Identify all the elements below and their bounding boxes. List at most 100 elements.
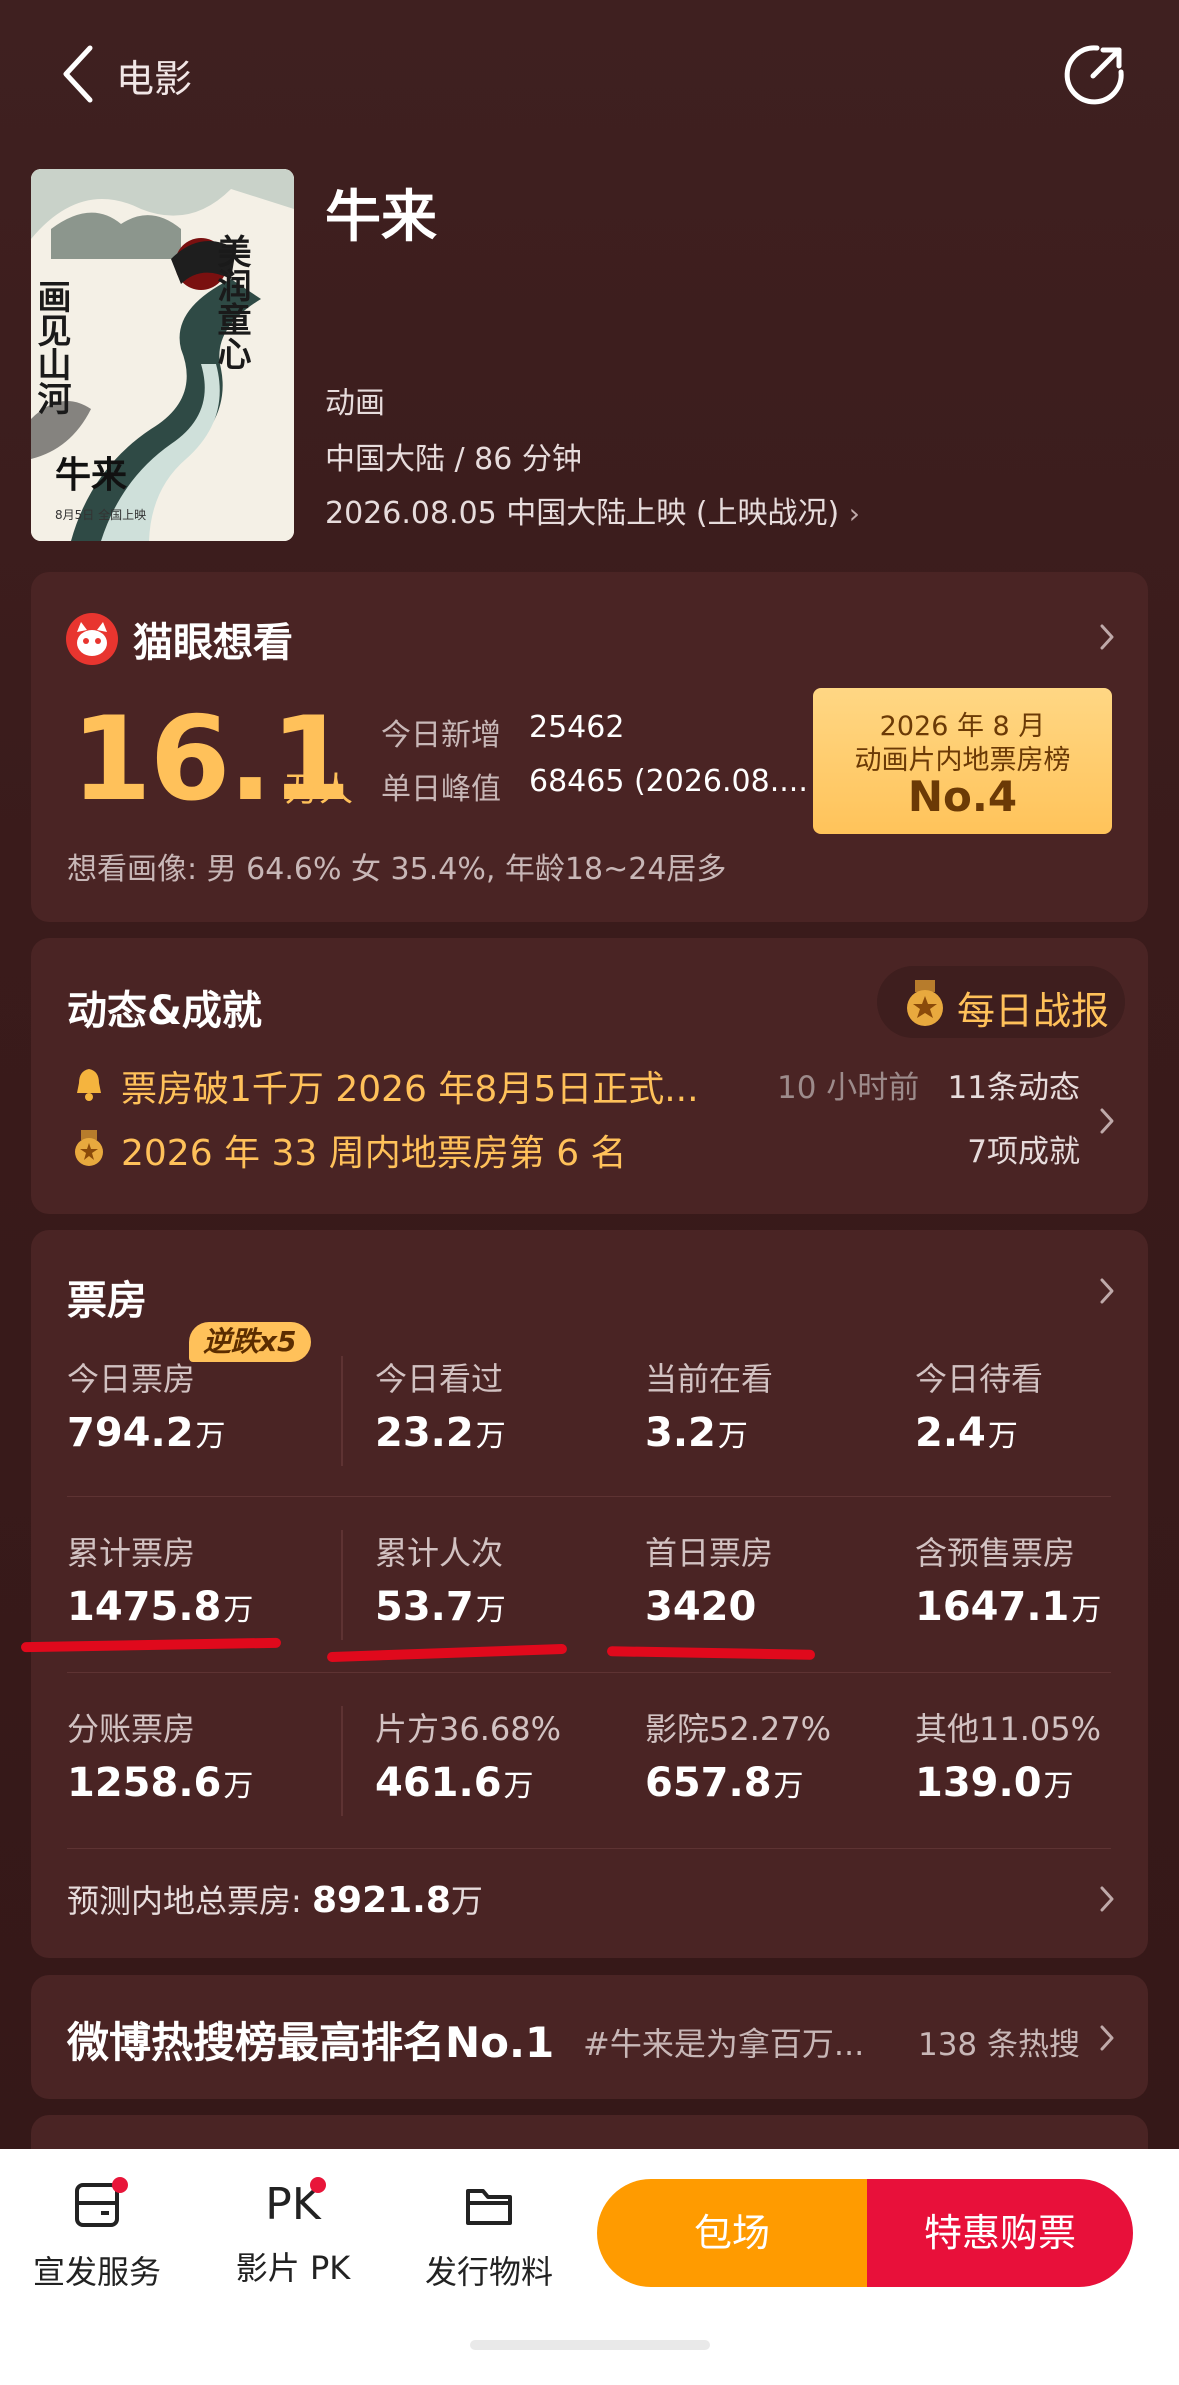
share-icon [1064,45,1124,105]
pk-icon: PK [265,2179,321,2230]
box-chevron-icon [1097,1276,1117,1306]
cell-value: 2.4万 [915,1410,1018,1456]
daily-report-button[interactable]: 每日战报 [877,966,1125,1038]
ticket-button-group: 包场 特惠购票 [597,2179,1133,2287]
cell-label: 首日票房 [645,1534,774,1572]
poster-title: 牛来 [55,454,127,496]
poster-date: 8月5日 全国上映 [55,507,146,522]
promotion-service-label: 宣发服务 [32,2253,161,2291]
annotation-underline [20,1637,282,1653]
cell-value: 53.7万 [375,1584,506,1630]
poster-artwork: 画见山河 美润童心 牛来 8月5日 全国上映 [31,169,294,541]
want-title: 猫眼想看 [133,620,293,666]
cell-label: 分账票房 [67,1710,196,1748]
today-new-label: 今日新增 [381,718,501,753]
news-item-2[interactable]: 2026 年 33 周内地票房第 6 名 [121,1124,627,1176]
distribution-material-label: 发行物料 [424,2253,553,2291]
weibo-hashtag: #牛来是为拿百万... [583,2025,865,2063]
page-title: 电影 [116,57,193,101]
row-divider [67,1848,1111,1849]
movie-pk-label: 影片 PK [235,2249,351,2287]
home-indicator [470,2340,710,2350]
cell-label: 今日票房 [67,1360,196,1398]
chevron-right-icon: › [848,497,860,530]
want-chevron-icon [1097,622,1117,652]
news-dynamic-count[interactable]: 11条动态 [948,1062,1080,1107]
cell-value: 1647.1万 [915,1584,1102,1630]
column-divider [341,1706,343,1816]
promotion-service-button[interactable]: 宣发服务 [22,2177,172,2293]
trend-badge: 逆跌x5 [189,1322,311,1362]
maoyan-logo-icon [66,613,118,665]
cell-label: 当前在看 [645,1360,774,1398]
cell-value: 3.2万 [645,1410,748,1456]
medal-small-icon [75,1130,103,1166]
news-item-1-time: 10 小时前 [777,1070,920,1106]
forecast-row[interactable]: 预测内地总票房: 8921.8万 [67,1876,483,1922]
cell-label: 今日看过 [375,1360,504,1398]
news-chevron-icon [1097,1106,1117,1136]
share-button[interactable] [1063,42,1127,106]
medal-icon [907,980,943,1026]
cell-value: 3420 [645,1584,757,1630]
today-new-value: 25462 [529,710,625,745]
news-achievement-count[interactable]: 7项成就 [967,1126,1080,1171]
cell-label: 累计人次 [375,1534,504,1572]
forecast-label: 预测内地总票房: [67,1882,302,1920]
notification-dot [310,2177,326,2193]
cell-value: 1475.8万 [67,1584,254,1630]
column-divider [341,1356,343,1466]
chevron-left-icon [63,45,93,103]
row-divider [67,1496,1111,1497]
weibo-count: 138 条热搜 [917,2027,1080,2063]
cell-label: 累计票房 [67,1534,196,1572]
notification-dot [112,2177,128,2193]
poster-text-left-1: 画见山河 [31,279,71,415]
column-divider [341,1530,343,1640]
peak-value: 68465 (2026.08.... [529,764,808,799]
rank-number: No.4 [907,772,1018,821]
back-button[interactable] [58,42,98,106]
cell-value: 657.8万 [645,1760,804,1806]
box-office-title: 票房 [67,1278,147,1324]
forecast-chevron-icon [1097,1884,1117,1914]
buy-ticket-button[interactable]: 特惠购票 [867,2179,1133,2287]
cell-value: 794.2万 [67,1410,226,1456]
release-text: 2026.08.05 中国大陆上映 (上映战况) [325,496,840,531]
bell-icon [77,1069,101,1101]
private-booking-button[interactable]: 包场 [597,2179,867,2287]
cell-value: 1258.6万 [67,1760,254,1806]
forecast-unit: 万 [450,1882,483,1920]
weibo-hot-card[interactable]: 微博热搜榜最高排名No.1 #牛来是为拿百万... 138 条热搜 [31,1975,1148,2099]
cell-label: 片方36.68% [375,1710,562,1748]
weibo-title: 微博热搜榜最高排名No.1 [67,2018,555,2067]
audience-portrait: 想看画像: 男 64.6% 女 35.4%, 年龄18~24居多 [67,852,727,887]
movie-release-link[interactable]: 2026.08.05 中国大陆上映 (上映战况) › [325,488,860,532]
movie-region-duration: 中国大陆 / 86 分钟 [325,442,582,477]
poster-text-right: 美润童心 [211,234,251,370]
cell-label: 含预售票房 [915,1534,1076,1572]
box-office-card[interactable]: 票房 逆跌x5 今日票房 794.2万 今日看过 23.2万 当前在看 3.2万… [20,1230,1148,1958]
movie-pk-button[interactable]: PK 影片 PK [218,2177,368,2289]
daily-report-label: 每日战报 [957,989,1110,1033]
annotation-underline [326,1643,568,1663]
movie-title: 牛来 [325,185,437,250]
forecast-value: 8921.8 [311,1880,451,1921]
peak-label: 单日峰值 [381,772,501,807]
news-item-1[interactable]: 票房破1千万 2026 年8月5日正式... [121,1060,699,1112]
distribution-material-button[interactable]: 发行物料 [414,2179,564,2293]
rank-badge[interactable]: 2026 年 8 月 动画片内地票房榜 No.4 [813,688,1112,834]
want-unit: 万人 [285,770,353,810]
news-card[interactable]: 动态&成就 每日战报 票房破1千万 2026 年8月5日正式... 10 小时前… [31,938,1148,1214]
cell-value: 139.0万 [915,1760,1074,1806]
cell-value: 23.2万 [375,1410,506,1456]
folder-icon [466,2189,512,2225]
weibo-chevron-icon [1097,2023,1117,2053]
news-title: 动态&成就 [67,988,262,1034]
cell-label: 今日待看 [915,1360,1044,1398]
row-divider [67,1672,1111,1673]
movie-poster[interactable]: 画见山河 美润童心 牛来 8月5日 全国上映 [31,169,294,541]
annotation-underline [606,1646,816,1660]
cell-value: 461.6万 [375,1760,534,1806]
want-card[interactable]: 猫眼想看 16.1 万人 今日新增 25462 单日峰值 68465 (2026… [31,572,1148,922]
